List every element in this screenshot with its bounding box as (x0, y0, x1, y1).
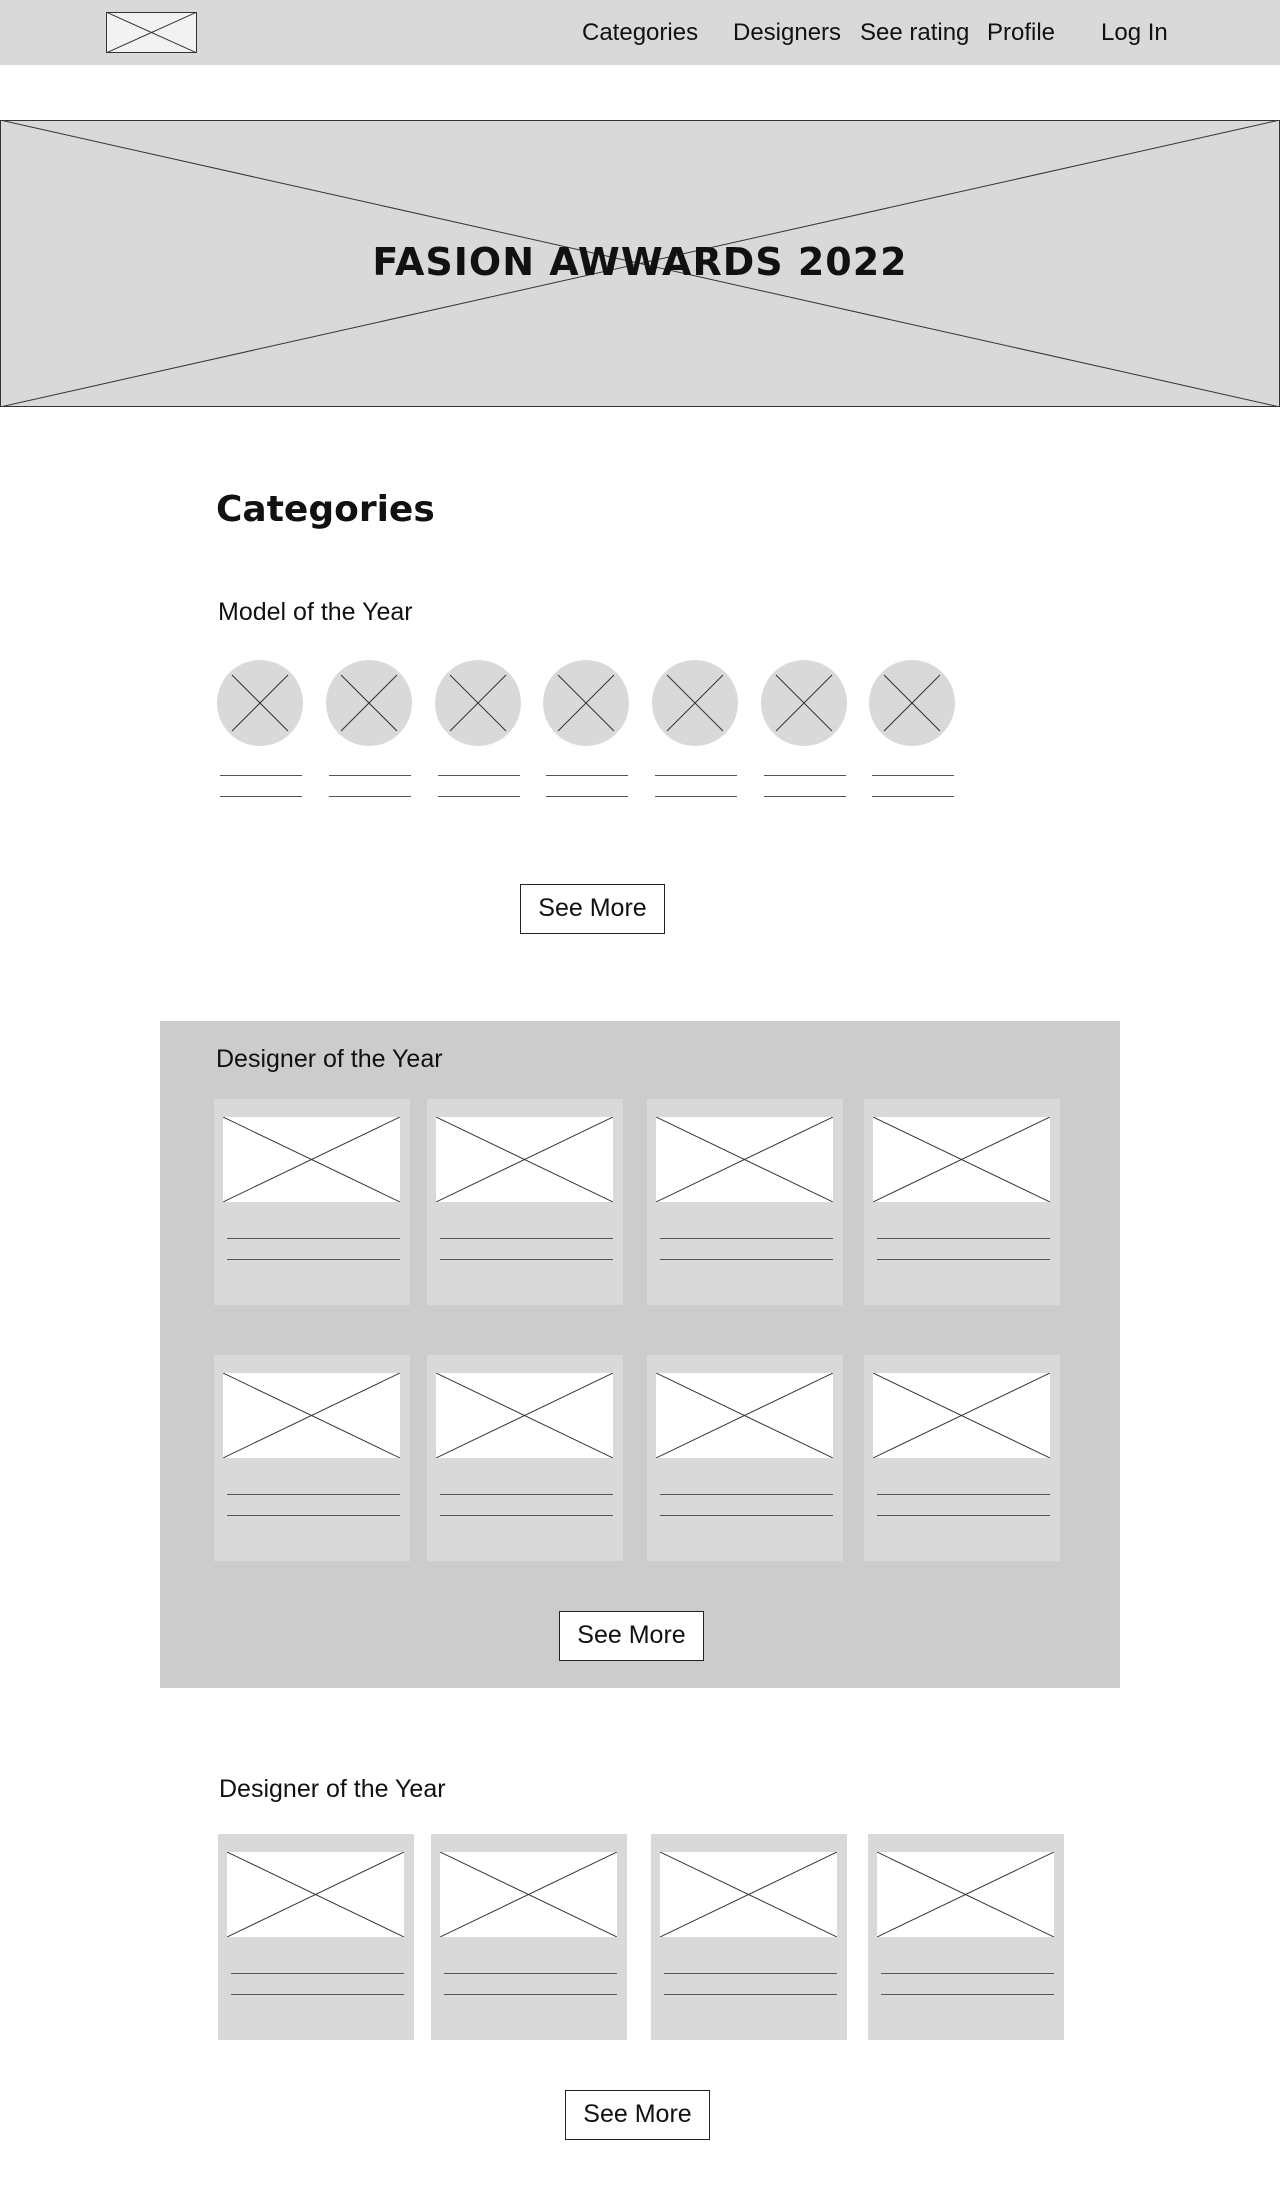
card-subtitle-placeholder-line (444, 1994, 617, 1995)
categories-heading: Categories (216, 489, 435, 530)
card-image-placeholder-icon (655, 1372, 834, 1459)
card-subtitle-placeholder-line (660, 1515, 833, 1516)
model-avatar-placeholder-icon[interactable] (652, 660, 738, 746)
nav-link-categories[interactable]: Categories (582, 18, 698, 48)
designer-card[interactable] (868, 1834, 1064, 2040)
card-subtitle-placeholder-line (877, 1259, 1050, 1260)
model-name-placeholder-line (872, 775, 954, 776)
designer-card[interactable] (431, 1834, 627, 2040)
model-avatar-placeholder-icon[interactable] (761, 660, 847, 746)
model-avatar-placeholder-icon[interactable] (326, 660, 412, 746)
login-link[interactable]: Log In (1101, 18, 1168, 48)
card-subtitle-placeholder-line (227, 1259, 400, 1260)
logo-image-placeholder-icon[interactable] (106, 12, 197, 53)
model-detail-placeholder-line (764, 796, 846, 797)
model-detail-placeholder-line (655, 796, 737, 797)
card-title-placeholder-line (440, 1238, 613, 1239)
card-title-placeholder-line (660, 1494, 833, 1495)
model-name-placeholder-line (546, 775, 628, 776)
designer-card[interactable] (647, 1355, 843, 1561)
card-subtitle-placeholder-line (227, 1515, 400, 1516)
designer-card[interactable] (214, 1099, 410, 1305)
designer-panel-see-more-button[interactable]: See More (559, 1611, 704, 1661)
card-title-placeholder-line (440, 1494, 613, 1495)
model-of-the-year-title: Model of the Year (218, 598, 413, 626)
card-image-placeholder-icon (222, 1116, 401, 1203)
card-subtitle-placeholder-line (660, 1259, 833, 1260)
model-detail-placeholder-line (438, 796, 520, 797)
model-name-placeholder-line (329, 775, 411, 776)
model-detail-placeholder-line (220, 796, 302, 797)
card-subtitle-placeholder-line (440, 1515, 613, 1516)
designer-section-2-title: Designer of the Year (219, 1775, 446, 1803)
card-image-placeholder-icon (655, 1116, 834, 1203)
model-avatar-placeholder-icon[interactable] (435, 660, 521, 746)
model-name-placeholder-line (764, 775, 846, 776)
designer-card[interactable] (427, 1355, 623, 1561)
model-avatar-placeholder-icon[interactable] (869, 660, 955, 746)
model-see-more-button[interactable]: See More (520, 884, 665, 934)
model-name-placeholder-line (220, 775, 302, 776)
nav-link-profile[interactable]: Profile (987, 18, 1055, 48)
designer-card[interactable] (651, 1834, 847, 2040)
designer-panel-title: Designer of the Year (216, 1045, 443, 1073)
card-subtitle-placeholder-line (231, 1994, 404, 1995)
nav-link-see-rating[interactable]: See rating (860, 18, 969, 48)
card-image-placeholder-icon (222, 1372, 401, 1459)
model-detail-placeholder-line (546, 796, 628, 797)
card-image-placeholder-icon (435, 1372, 614, 1459)
hero-title: FASION AWWARDS 2022 (372, 240, 908, 284)
card-title-placeholder-line (231, 1973, 404, 1974)
card-title-placeholder-line (444, 1973, 617, 1974)
card-title-placeholder-line (877, 1238, 1050, 1239)
card-image-placeholder-icon (876, 1851, 1055, 1938)
card-image-placeholder-icon (439, 1851, 618, 1938)
designer-card[interactable] (864, 1099, 1060, 1305)
card-title-placeholder-line (227, 1238, 400, 1239)
card-subtitle-placeholder-line (881, 1994, 1054, 1995)
designer-card[interactable] (218, 1834, 414, 2040)
card-title-placeholder-line (660, 1238, 833, 1239)
card-subtitle-placeholder-line (664, 1994, 837, 1995)
card-image-placeholder-icon (872, 1116, 1051, 1203)
card-title-placeholder-line (881, 1973, 1054, 1974)
designer-card[interactable] (647, 1099, 843, 1305)
model-avatar-placeholder-icon[interactable] (217, 660, 303, 746)
designer-card[interactable] (214, 1355, 410, 1561)
designer-section-2-see-more-button[interactable]: See More (565, 2090, 710, 2140)
nav-link-designers[interactable]: Designers (733, 18, 841, 48)
designer-card[interactable] (427, 1099, 623, 1305)
card-subtitle-placeholder-line (877, 1515, 1050, 1516)
designer-card[interactable] (864, 1355, 1060, 1561)
model-name-placeholder-line (438, 775, 520, 776)
model-detail-placeholder-line (872, 796, 954, 797)
card-image-placeholder-icon (659, 1851, 838, 1938)
model-avatar-placeholder-icon[interactable] (543, 660, 629, 746)
model-detail-placeholder-line (329, 796, 411, 797)
card-image-placeholder-icon (226, 1851, 405, 1938)
card-image-placeholder-icon (872, 1372, 1051, 1459)
card-title-placeholder-line (877, 1494, 1050, 1495)
card-title-placeholder-line (664, 1973, 837, 1974)
card-subtitle-placeholder-line (440, 1259, 613, 1260)
card-title-placeholder-line (227, 1494, 400, 1495)
model-name-placeholder-line (655, 775, 737, 776)
card-image-placeholder-icon (435, 1116, 614, 1203)
